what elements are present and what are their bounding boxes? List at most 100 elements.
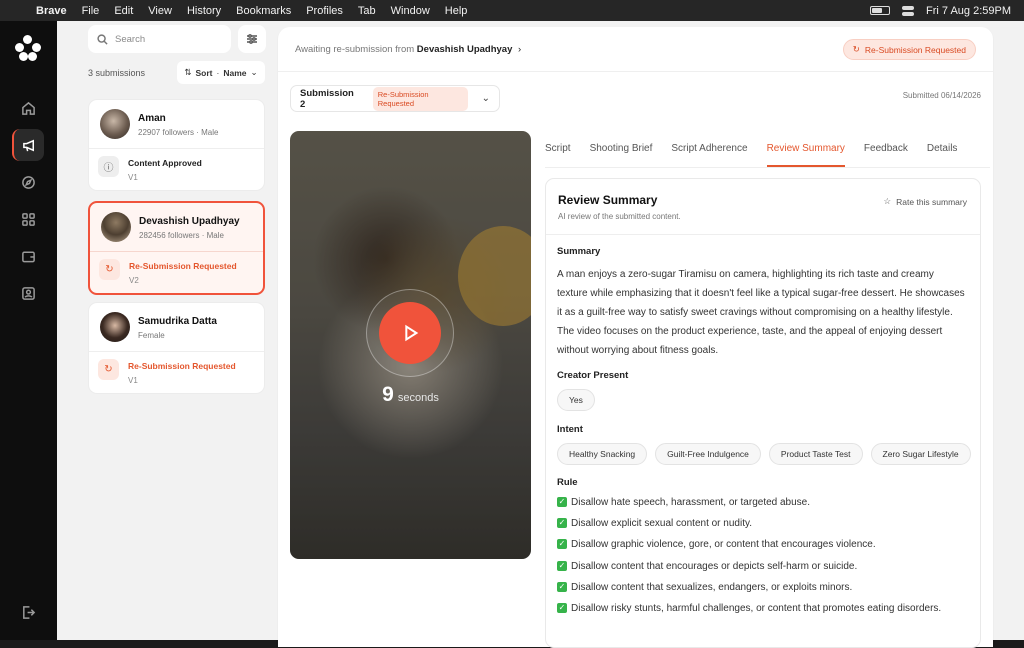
profile-icon[interactable] xyxy=(12,277,44,309)
avatar xyxy=(100,312,130,342)
tab-shooting-brief[interactable]: Shooting Brief xyxy=(590,140,653,167)
checkmark-icon: ✓ xyxy=(557,518,567,529)
checkmark-icon: ✓ xyxy=(557,539,567,550)
play-button-ring[interactable] xyxy=(366,289,454,377)
menu-clock[interactable]: Fri 7 Aug 2:59PM xyxy=(926,5,1011,17)
sort-dropdown[interactable]: ⇅ Sort · Name ⌄ xyxy=(177,61,265,84)
checkmark-icon: ✓ xyxy=(557,581,567,592)
menu-edit[interactable]: Edit xyxy=(114,5,133,17)
menu-view[interactable]: View xyxy=(148,5,172,17)
list-item: ✓ Disallow graphic violence, gore, or con… xyxy=(557,539,876,551)
campaigns-megaphone-icon[interactable] xyxy=(12,129,44,161)
sliders-icon xyxy=(247,34,257,44)
tab-script[interactable]: Script xyxy=(545,140,571,167)
status-label: Content Approved xyxy=(128,158,202,168)
list-item: ✓ Disallow content that encourages or dep… xyxy=(557,560,858,572)
avatar xyxy=(100,109,130,139)
apps-grid-icon[interactable] xyxy=(12,203,44,235)
submission-count: 3 submissions xyxy=(88,68,146,78)
review-title: Review Summary xyxy=(558,193,658,207)
play-button[interactable] xyxy=(379,302,441,364)
tab-review-summary[interactable]: Review Summary xyxy=(766,140,845,167)
intent-heading: Intent xyxy=(557,424,583,435)
search-icon xyxy=(97,33,108,45)
home-icon[interactable] xyxy=(12,92,44,124)
sort-arrows-icon: ⇅ xyxy=(184,67,192,77)
refresh-icon: ↻ xyxy=(852,44,860,54)
filter-button[interactable] xyxy=(238,25,266,53)
submission-card-devashish[interactable]: Devashish Upadhyay 282456 followers · Ma… xyxy=(88,201,265,295)
awaiting-creator-name: Devashish Upadhyay xyxy=(416,44,513,55)
menu-tab[interactable]: Tab xyxy=(358,5,376,17)
intent-chips: Healthy Snacking Guilt-Free Indulgence P… xyxy=(557,443,971,465)
video-preview[interactable]: 9 seconds xyxy=(290,131,531,559)
nav-rail xyxy=(0,21,57,640)
version-label: V2 xyxy=(129,276,139,285)
menu-window[interactable]: Window xyxy=(391,5,430,17)
wallet-icon[interactable] xyxy=(12,240,44,272)
menu-app-name[interactable]: Brave xyxy=(36,5,67,17)
rate-summary-button[interactable]: ☆ Rate this summary xyxy=(884,196,967,207)
version-label: V1 xyxy=(128,376,138,385)
chip: Yes xyxy=(557,389,595,411)
refresh-icon: ↻ xyxy=(98,359,119,380)
submission-selector[interactable]: Submission 2 Re-Submission Requested ⌄ xyxy=(290,85,500,112)
list-item: ✓ Disallow risky stunts, harmful challeng… xyxy=(557,602,942,614)
creator-meta: 282456 followers · Male xyxy=(139,231,224,240)
submission-card-aman[interactable]: Aman 22907 followers · Male ⓘ Content Ap… xyxy=(88,99,265,191)
explore-compass-icon[interactable] xyxy=(12,166,44,198)
creator-present-heading: Creator Present xyxy=(557,370,629,381)
detail-tabs: Script Shooting Brief Script Adherence R… xyxy=(545,140,990,168)
tab-feedback[interactable]: Feedback xyxy=(864,140,908,167)
brand-logo-icon[interactable] xyxy=(15,35,41,61)
app-window: Search 3 submissions ⇅ Sort · Name ⌄ Aman… xyxy=(0,21,1024,648)
detail-header: Awaiting re-submission from Devashish Up… xyxy=(278,27,993,72)
list-item: ✓ Disallow hate speech, harassment, or ta… xyxy=(557,497,811,508)
logout-icon[interactable] xyxy=(12,596,44,628)
summary-text: A man enjoys a zero-sugar Tiramisu on ca… xyxy=(557,269,965,356)
chip: Product Taste Test xyxy=(768,443,863,465)
video-duration: 9 seconds xyxy=(290,383,531,407)
creator-meta: 22907 followers · Male xyxy=(138,128,219,137)
creator-present-chips: Yes xyxy=(557,389,595,411)
checkmark-icon: ✓ xyxy=(557,602,567,613)
chip: Zero Sugar Lifestyle xyxy=(870,443,971,465)
tab-script-adherence[interactable]: Script Adherence xyxy=(671,140,747,167)
sort-prefix: Sort xyxy=(195,67,213,78)
battery-icon[interactable] xyxy=(870,6,890,15)
play-icon xyxy=(405,324,419,342)
version-label: V1 xyxy=(128,173,138,182)
avatar xyxy=(101,212,131,242)
duration-value: 9 xyxy=(382,383,394,406)
control-center-icon[interactable] xyxy=(902,5,914,16)
creator-name: Aman xyxy=(138,113,166,124)
submission-card-samudrika[interactable]: Samudrika Datta Female ↻ Re-Submission R… xyxy=(88,302,265,394)
menu-history[interactable]: History xyxy=(187,5,221,17)
chip: Guilt-Free Indulgence xyxy=(655,443,761,465)
rules-list: ✓ Disallow hate speech, harassment, or ta… xyxy=(557,496,972,623)
creator-name: Devashish Upadhyay xyxy=(139,216,240,227)
tab-details[interactable]: Details xyxy=(927,140,958,167)
menu-help[interactable]: Help xyxy=(445,5,468,17)
menu-file[interactable]: File xyxy=(82,5,100,17)
submission-detail-panel: Awaiting re-submission from Devashish Up… xyxy=(278,27,993,648)
menu-bookmarks[interactable]: Bookmarks xyxy=(236,5,291,17)
summary-heading: Summary xyxy=(557,246,601,257)
submission-label: Submission 2 xyxy=(300,87,354,110)
awaiting-breadcrumb[interactable]: Awaiting re-submission from Devashish Up… xyxy=(295,44,521,55)
chevron-down-icon: ⌄ xyxy=(250,67,258,77)
list-item: ✓ Disallow content that sexualizes, endan… xyxy=(557,581,853,593)
menu-profiles[interactable]: Profiles xyxy=(306,5,343,17)
sort-value: Name xyxy=(223,67,247,78)
status-badge: ↻ Re-Submission Requested xyxy=(842,39,976,60)
search-placeholder: Search xyxy=(115,33,146,45)
search-input[interactable]: Search xyxy=(88,25,231,53)
chevron-down-icon: ⌄ xyxy=(481,93,490,104)
submitted-date: Submitted 06/14/2026 xyxy=(902,91,981,100)
chip: Healthy Snacking xyxy=(557,443,648,465)
submission-status-tag: Re-Submission Requested xyxy=(372,86,468,111)
star-icon: ☆ xyxy=(883,196,892,206)
status-label: Re-Submission Requested xyxy=(128,361,236,371)
checkmark-icon: ✓ xyxy=(557,560,567,571)
review-subtitle: AI review of the submitted content. xyxy=(558,212,681,221)
